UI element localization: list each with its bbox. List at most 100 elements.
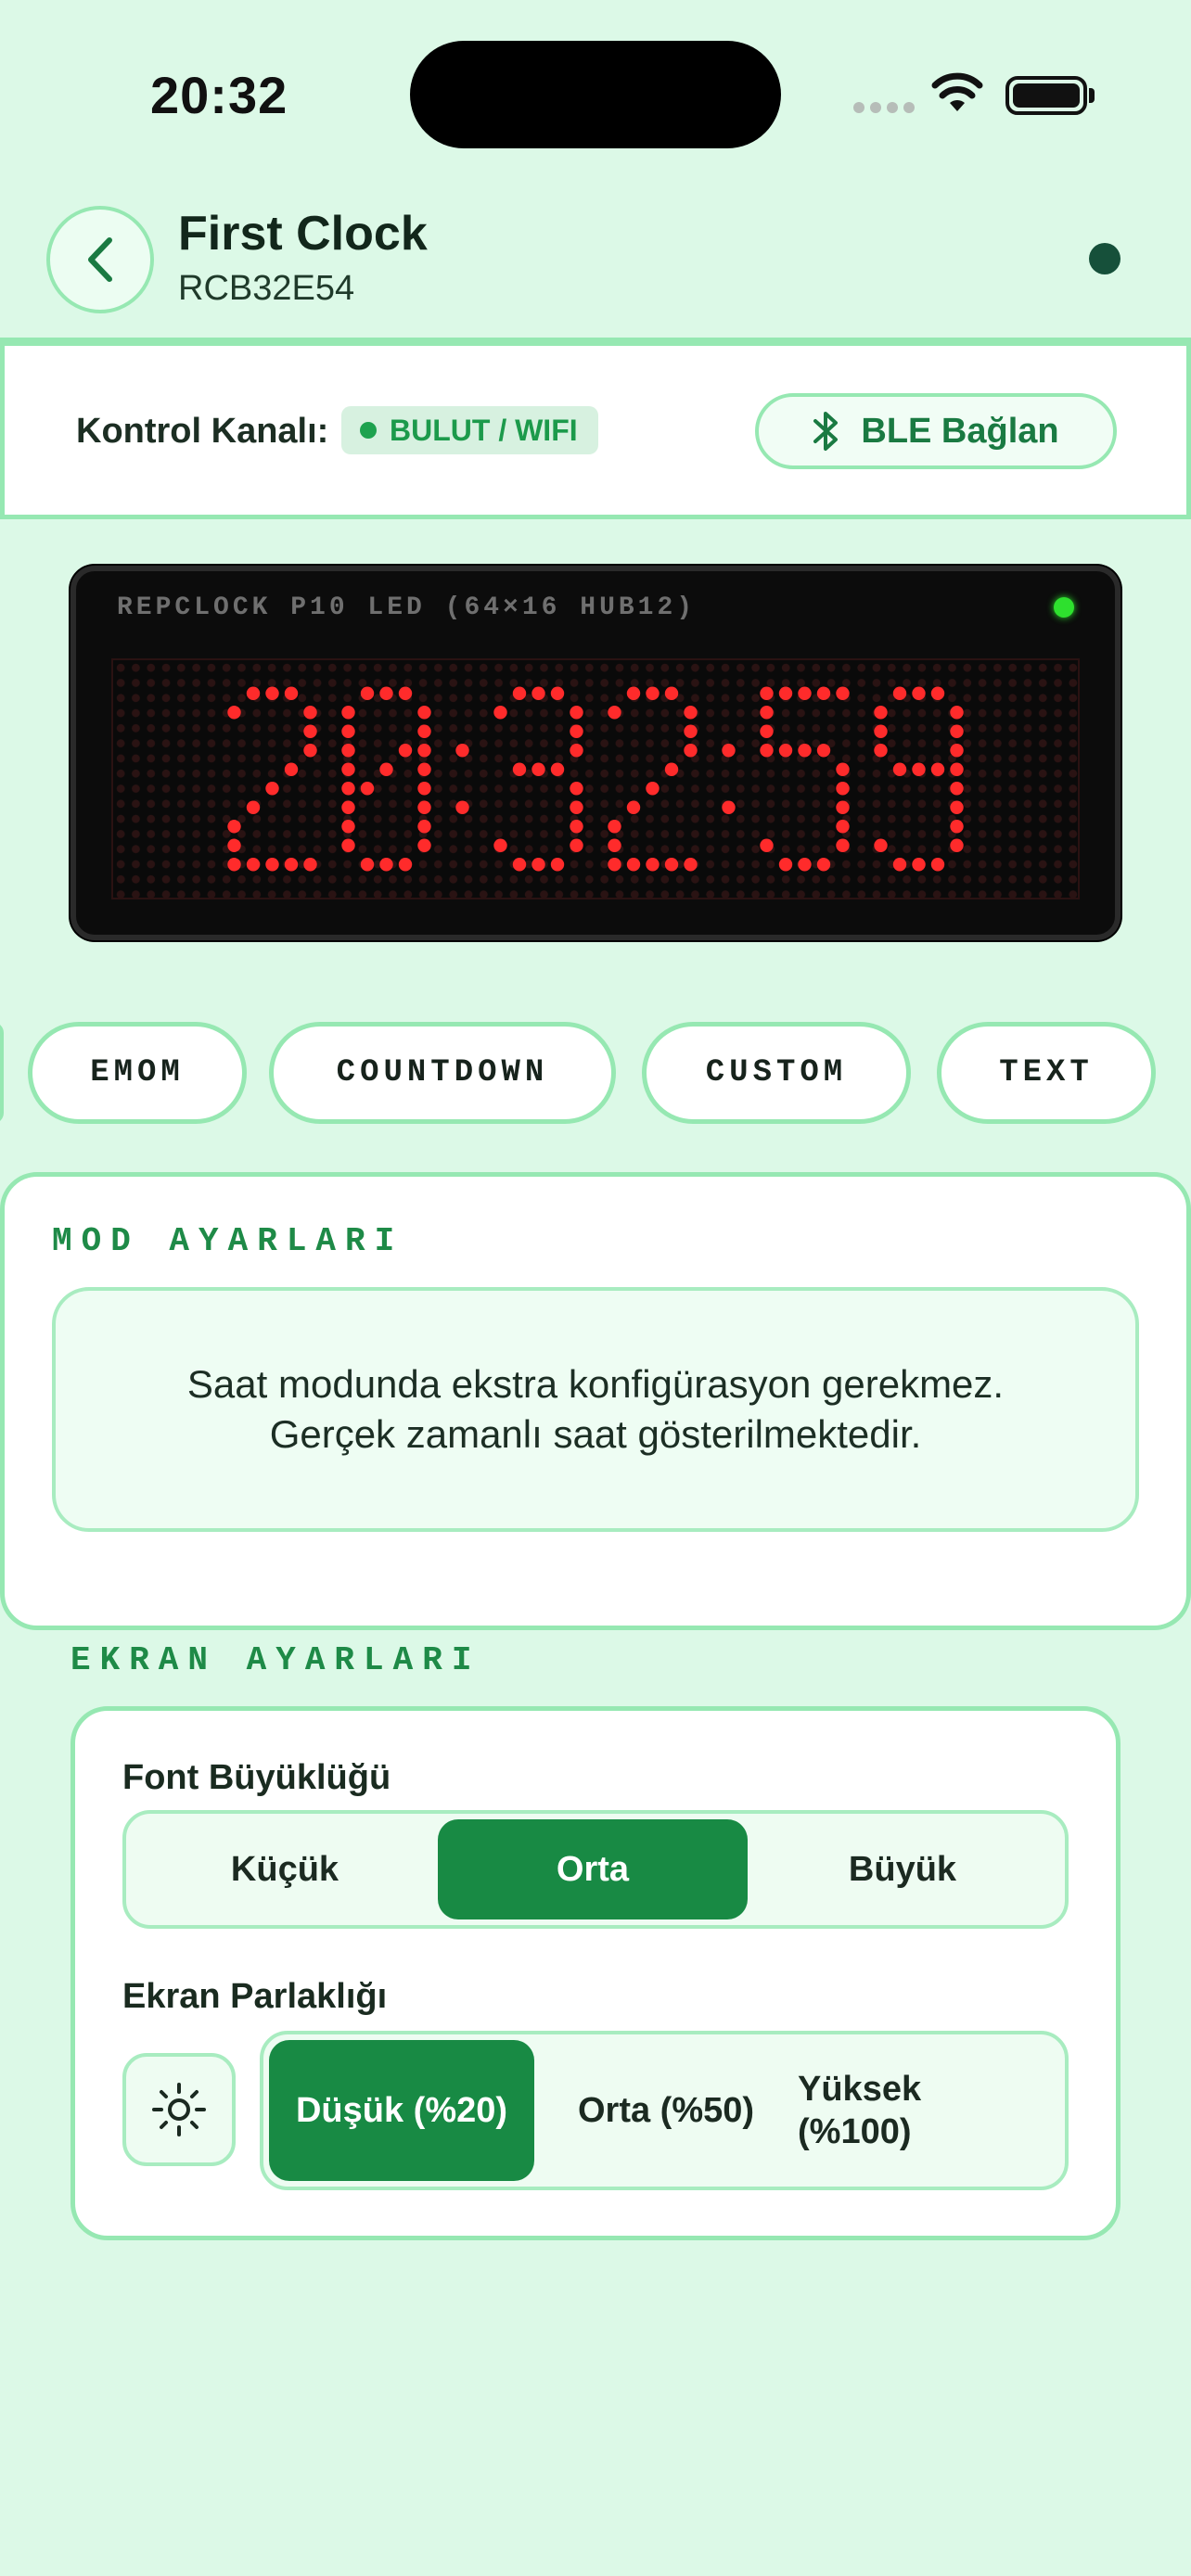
led-dot [550,858,565,872]
led-dot [531,858,545,872]
led-dot [760,744,774,758]
led-dot [303,858,317,872]
led-dot [664,762,679,776]
led-dot [360,858,375,872]
led-dot [246,800,261,814]
font-option-medium[interactable]: Orta [438,1819,748,1919]
led-time-display [227,686,964,872]
led-dot [398,858,413,872]
led-dot [265,782,279,796]
led-dot [646,782,660,796]
led-dot [626,858,641,872]
led-dot [531,686,545,700]
led-dot [912,858,926,872]
led-dot [798,686,812,700]
dynamic-island [410,41,781,148]
led-dot [646,858,660,872]
led-dot [930,858,945,872]
led-dot [246,686,261,700]
mode-chip-countdown[interactable]: COUNTDOWN [269,1022,616,1124]
led-dot [950,800,964,814]
led-dot [816,858,831,872]
led-dot [570,724,583,738]
led-dot [722,800,736,814]
led-dot [608,838,621,852]
channel-label: Kontrol Kanalı: [76,412,329,451]
led-dot [892,686,907,700]
led-model-label: REPCLOCK P10 LED (64×16 HUB12) [117,593,697,622]
led-dot [664,858,679,872]
led-dot [570,820,583,834]
led-dot [550,686,565,700]
led-dot [379,762,393,776]
led-dot [836,838,850,852]
led-dot [227,706,241,720]
led-dot [664,686,679,700]
led-dot [512,762,527,776]
led-dot [684,706,698,720]
led-dot [930,762,945,776]
led-dot [417,838,431,852]
bluetooth-icon [813,412,839,451]
led-dot [512,686,527,700]
mode-chip-text[interactable]: TEXT [937,1022,1156,1124]
led-dot [722,744,736,758]
led-dot [778,744,793,758]
led-dot [608,820,621,834]
led-dot [646,686,660,700]
led-dot [760,724,774,738]
led-dot [455,744,469,758]
led-dot [570,800,583,814]
led-dot [512,858,527,872]
led-dot [227,838,241,852]
led-dot [760,686,774,700]
device-id: RCB32E54 [178,269,355,308]
led-dot [778,858,793,872]
font-size-label: Font Büyüklüğü [122,1758,391,1797]
led-dot [341,782,355,796]
led-dot [341,724,355,738]
font-option-small[interactable]: Küçük [132,1819,438,1919]
led-dot [265,686,279,700]
led-dot [493,706,507,720]
led-dot [341,838,355,852]
led-dot [950,838,964,852]
led-dot [874,706,888,720]
led-dot [570,744,583,758]
led-dot [912,762,926,776]
led-dot [760,706,774,720]
mode-chip-custom[interactable]: CUSTOM [642,1022,911,1124]
mode-info-box: Saat modunda ekstra konfigürasyon gerekm… [52,1287,1139,1532]
brightness-button[interactable] [122,2053,236,2166]
led-dot [684,744,698,758]
brightness-option-high[interactable]: Yüksek (%100) [798,2040,946,2181]
led-dot [684,858,698,872]
led-dot [836,820,850,834]
brightness-option-low[interactable]: Düşük (%20) [269,2040,534,2181]
ble-connect-button[interactable]: BLE Bağlan [755,393,1117,469]
led-dot [417,820,431,834]
mode-info-line-2: Gerçek zamanlı saat gösterilmektedir. [269,1412,922,1456]
led-dot [417,800,431,814]
led-dot [608,706,621,720]
led-dot [816,744,831,758]
led-dot [284,762,299,776]
font-size-selector: Küçük Orta Büyük [122,1810,1069,1929]
mode-chip-partial[interactable] [0,1022,4,1124]
led-dot [626,686,641,700]
led-dot [341,820,355,834]
battery-icon [1005,76,1087,115]
mode-chip-emom[interactable]: EMOM [28,1022,247,1124]
back-button[interactable] [46,206,154,313]
led-dot [417,782,431,796]
led-dot [760,838,774,852]
led-dot [778,686,793,700]
led-dot [798,744,812,758]
brightness-option-medium[interactable]: Orta (%50) [534,2040,798,2181]
channel-dot-icon [360,422,377,439]
led-dot [874,838,888,852]
mode-settings-title: MOD AYARLARI [52,1222,404,1260]
led-dot [570,838,583,852]
font-option-large[interactable]: Büyük [748,1819,1057,1919]
led-dot [836,686,850,700]
